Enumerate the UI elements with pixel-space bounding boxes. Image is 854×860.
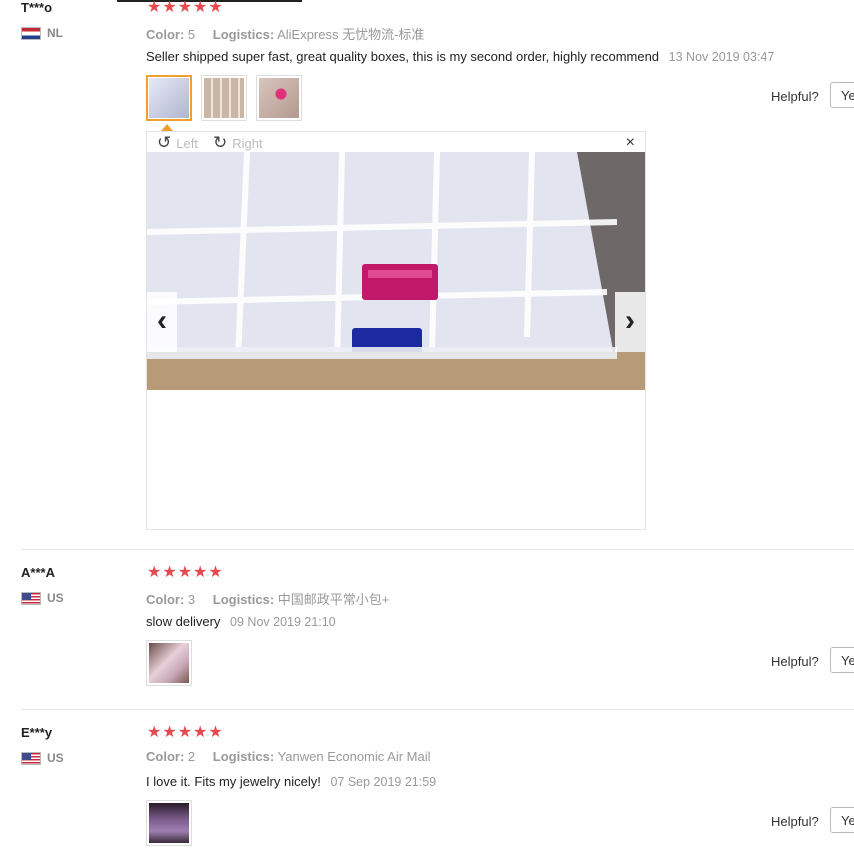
color-value: 5	[187, 27, 196, 42]
flag-us-icon	[21, 591, 41, 605]
helpful-label: Helpful?	[771, 89, 819, 104]
flag-us-icon	[21, 751, 41, 765]
photo-thumbnail-2[interactable]	[201, 75, 247, 121]
country-code: US	[47, 591, 64, 605]
photo-illustration	[147, 152, 645, 390]
rotate-right-label: Right	[232, 135, 263, 151]
review-text: Seller shipped super fast, great quality…	[146, 49, 660, 64]
photo-thumbnail-image	[204, 78, 244, 118]
color-label: Color:	[146, 592, 185, 607]
review-text-line: Seller shipped super fast, great quality…	[146, 49, 774, 64]
photo-thumbnail-3[interactable]	[256, 75, 302, 121]
reviewer-name: A***A	[21, 565, 55, 580]
rotate-left-label: Left	[176, 135, 198, 151]
star-rating: ★★★★★	[147, 564, 224, 581]
logistics-label: Logistics:	[212, 592, 275, 607]
logistics-label: Logistics:	[212, 749, 275, 764]
review-text: slow delivery	[146, 614, 221, 629]
reviewer-country: NL	[21, 26, 63, 40]
color-value: 2	[187, 749, 196, 764]
rotate-left-icon: ↺	[157, 133, 172, 152]
review-divider	[21, 709, 854, 710]
review-date: 13 Nov 2019 03:47	[668, 50, 775, 64]
review-text: I love it. Fits my jewelry nicely!	[146, 774, 321, 789]
review-text-line: I love it. Fits my jewelry nicely! 07 Se…	[146, 774, 436, 789]
review-meta: Color: 5 Logistics: AliExpress 无忧物流-标准	[146, 24, 424, 43]
star-rating: ★★★★★	[147, 724, 224, 741]
viewer-pointer	[161, 124, 173, 131]
logistics-value: AliExpress 无忧物流-标准	[277, 27, 425, 42]
helpful-label: Helpful?	[771, 654, 819, 669]
photo-thumbnail-1[interactable]	[146, 75, 192, 121]
photo-viewer: ↺ Left ↻ Right × ‹ ›	[146, 131, 646, 530]
close-icon[interactable]: ×	[626, 134, 635, 152]
reviewer-country: US	[21, 751, 64, 765]
photo-thumbnail-image	[149, 643, 189, 683]
rotate-right-icon: ↻	[213, 133, 228, 152]
review-divider	[21, 549, 854, 550]
next-photo-button[interactable]: ›	[615, 292, 645, 352]
logistics-value: Yanwen Economic Air Mail	[277, 749, 431, 764]
flag-nl-icon	[21, 26, 41, 40]
star-rating: ★★★★★	[147, 0, 224, 16]
previous-photo-button[interactable]: ‹	[147, 292, 177, 352]
color-label: Color:	[146, 749, 185, 764]
review-text-line: slow delivery 09 Nov 2019 21:10	[146, 614, 336, 629]
helpful-label: Helpful?	[771, 814, 819, 829]
reviewer-name: T***o	[21, 0, 53, 15]
country-code: NL	[47, 26, 63, 40]
country-code: US	[47, 751, 64, 765]
logistics-label: Logistics:	[212, 27, 275, 42]
photo-thumbnail-image	[149, 803, 189, 843]
reviewer-country: US	[21, 591, 64, 605]
review-date: 09 Nov 2019 21:10	[230, 615, 336, 629]
color-value: 3	[187, 592, 196, 607]
rotate-left-button[interactable]: ↺ Left	[157, 133, 198, 153]
photo-thumbnail-1[interactable]	[146, 800, 192, 846]
review-photo: ‹ ›	[147, 152, 645, 390]
color-label: Color:	[146, 27, 185, 42]
logistics-value: 中国邮政平常小包+	[277, 592, 390, 607]
review-date: 07 Sep 2019 21:59	[330, 775, 437, 789]
photo-thumbnail-image	[149, 78, 189, 118]
reviewer-name: E***y	[21, 725, 53, 740]
review-meta: Color: 2 Logistics: Yanwen Economic Air …	[146, 749, 431, 764]
photo-thumbnail-image	[259, 78, 299, 118]
helpful-yes-button[interactable]: Ye	[830, 82, 854, 108]
helpful-yes-button[interactable]: Ye	[830, 807, 854, 833]
review-meta: Color: 3 Logistics: 中国邮政平常小包+	[146, 589, 389, 608]
photo-thumbnail-1[interactable]	[146, 640, 192, 686]
rotate-right-button[interactable]: ↻ Right	[213, 133, 263, 153]
helpful-yes-button[interactable]: Ye	[830, 647, 854, 673]
